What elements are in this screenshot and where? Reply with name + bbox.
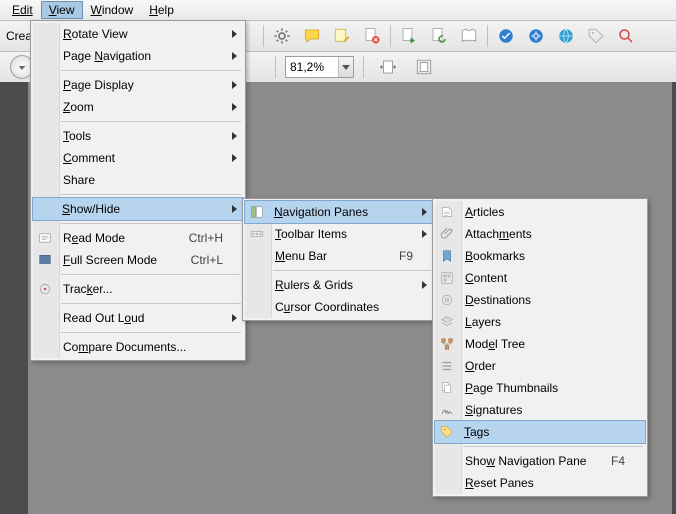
- mi-show-hide[interactable]: Show/Hide: [32, 197, 244, 221]
- menu-view[interactable]: View: [41, 1, 83, 19]
- mi-order[interactable]: Order: [435, 355, 645, 377]
- tracker-icon: [37, 281, 53, 297]
- globe-icon[interactable]: [555, 25, 577, 47]
- gear-icon[interactable]: [271, 25, 293, 47]
- mi-attachments[interactable]: Attachments: [435, 223, 645, 245]
- mi-rotate-view[interactable]: Rotate View: [33, 23, 243, 45]
- mi-comment[interactable]: Comment: [33, 147, 243, 169]
- mi-tags[interactable]: Tags: [434, 420, 646, 444]
- showhide-menu: Navigation Panes Toolbar Items Menu BarF…: [242, 198, 436, 321]
- mi-menu-bar[interactable]: Menu BarF9: [245, 245, 433, 267]
- search-red-icon[interactable]: [615, 25, 637, 47]
- doc-delete-icon[interactable]: [361, 25, 383, 47]
- destinations-icon: [439, 292, 455, 308]
- menu-edit[interactable]: Edit: [4, 1, 41, 19]
- attachments-icon: [439, 226, 455, 242]
- mi-tracker[interactable]: Tracker...: [33, 278, 243, 300]
- tags-icon: [439, 424, 455, 440]
- fullscreen-icon: [37, 252, 53, 268]
- zoom-input[interactable]: [286, 60, 338, 74]
- thumbnails-icon: [439, 380, 455, 396]
- check-blue-icon[interactable]: [495, 25, 517, 47]
- mi-page-thumbnails[interactable]: Page Thumbnails: [435, 377, 645, 399]
- mi-cursor-coordinates[interactable]: Cursor Coordinates: [245, 296, 433, 318]
- fit-width-icon[interactable]: [377, 56, 399, 78]
- mi-tools[interactable]: Tools: [33, 125, 243, 147]
- create-label: Crea: [6, 29, 32, 43]
- mi-zoom[interactable]: Zoom: [33, 96, 243, 118]
- check-gear-icon[interactable]: [525, 25, 547, 47]
- doc-refresh-icon[interactable]: [428, 25, 450, 47]
- content-icon: [439, 270, 455, 286]
- menubar: Edit View Window Help: [0, 0, 676, 21]
- mi-bookmarks[interactable]: Bookmarks: [435, 245, 645, 267]
- mi-reset-panes[interactable]: Reset Panes: [435, 472, 645, 494]
- mi-model-tree[interactable]: Model Tree: [435, 333, 645, 355]
- mi-show-navigation-pane[interactable]: Show Navigation PaneF4: [435, 450, 645, 472]
- mi-compare-documents[interactable]: Compare Documents...: [33, 336, 243, 358]
- mi-page-navigation[interactable]: Page Navigation: [33, 45, 243, 67]
- zoom-dropdown-button[interactable]: [338, 57, 353, 77]
- nav-sidebar[interactable]: [0, 82, 28, 514]
- note-edit-icon[interactable]: [331, 25, 353, 47]
- mi-read-mode[interactable]: Read ModeCtrl+H: [33, 227, 243, 249]
- mi-layers[interactable]: Layers: [435, 311, 645, 333]
- mi-full-screen[interactable]: Full Screen ModeCtrl+L: [33, 249, 243, 271]
- mi-share[interactable]: Share: [33, 169, 243, 191]
- tag-outline-icon[interactable]: [585, 25, 607, 47]
- mi-articles[interactable]: Articles: [435, 201, 645, 223]
- order-icon: [439, 358, 455, 374]
- mi-destinations[interactable]: Destinations: [435, 289, 645, 311]
- menu-window[interactable]: Window: [83, 1, 142, 19]
- navpanes-menu: Articles Attachments Bookmarks Content D…: [432, 198, 648, 497]
- comment-icon[interactable]: [301, 25, 323, 47]
- zoom-combo[interactable]: [285, 56, 354, 78]
- mi-content[interactable]: Content: [435, 267, 645, 289]
- mi-rulers-grids[interactable]: Rulers & Grids: [245, 274, 433, 296]
- book-icon[interactable]: [458, 25, 480, 47]
- mi-signatures[interactable]: Signatures: [435, 399, 645, 421]
- mi-page-display[interactable]: Page Display: [33, 74, 243, 96]
- fit-page-icon[interactable]: [413, 56, 435, 78]
- mi-navigation-panes[interactable]: Navigation Panes: [244, 200, 434, 224]
- doc-next-icon[interactable]: [398, 25, 420, 47]
- layers-icon: [439, 314, 455, 330]
- mi-read-out-loud[interactable]: Read Out Loud: [33, 307, 243, 329]
- model-tree-icon: [439, 336, 455, 352]
- articles-icon: [439, 204, 455, 220]
- navpanes-icon: [249, 204, 265, 220]
- toolbar-items-icon: [249, 226, 265, 242]
- view-menu: Rotate View Page Navigation Page Display…: [30, 20, 246, 361]
- signatures-icon: [439, 402, 455, 418]
- mi-toolbar-items[interactable]: Toolbar Items: [245, 223, 433, 245]
- bookmarks-icon: [439, 248, 455, 264]
- read-mode-icon: [37, 230, 53, 246]
- menu-help[interactable]: Help: [141, 1, 182, 19]
